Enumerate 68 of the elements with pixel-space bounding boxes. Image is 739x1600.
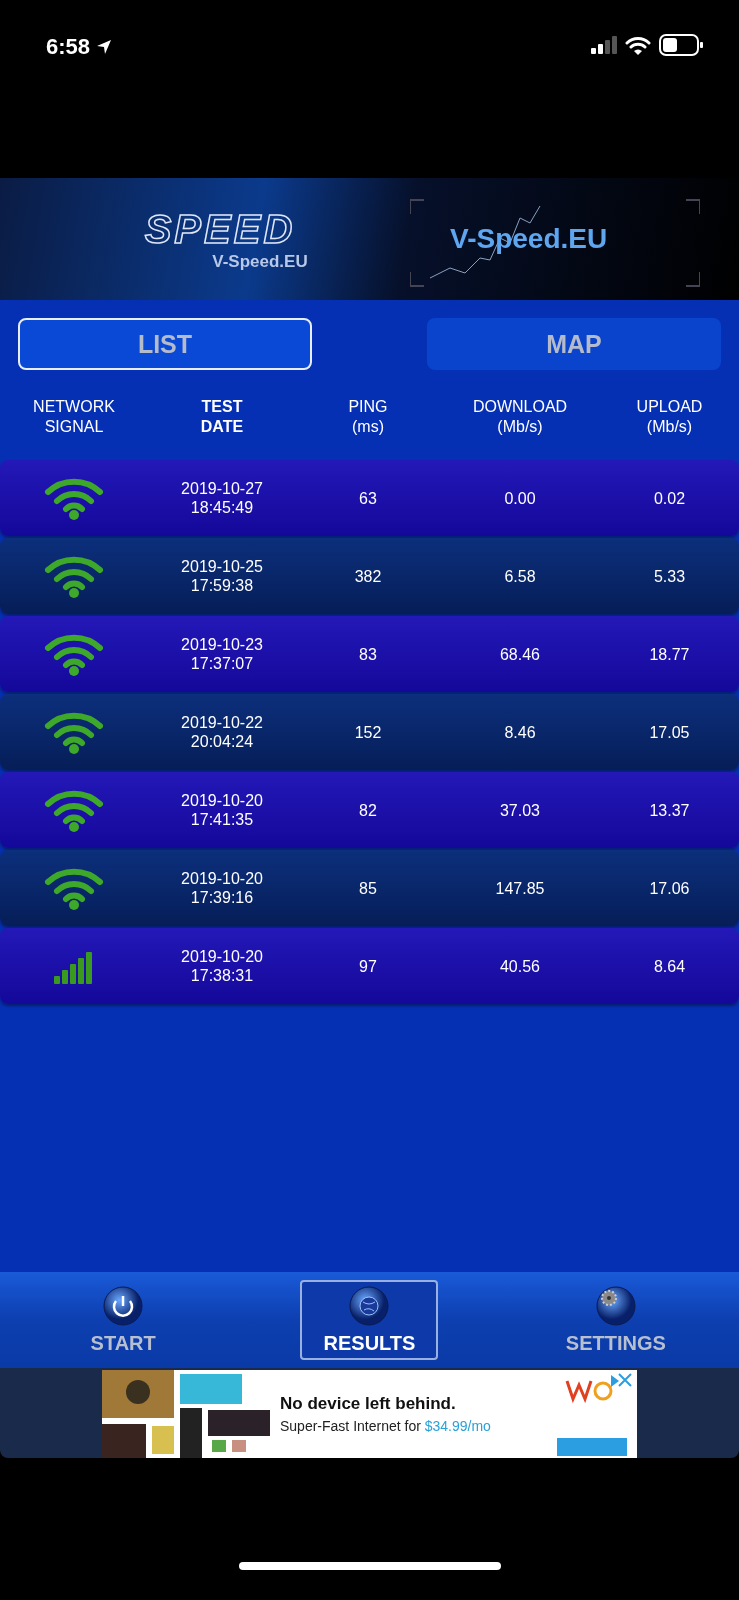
gear-icon: [595, 1285, 636, 1326]
ping-cell-text: 83: [358, 644, 378, 664]
wifi-icon: [44, 788, 104, 832]
download-cell-text: 37.03: [498, 800, 541, 820]
wifi-icon: [44, 554, 104, 598]
download-cell-text: 40.56: [498, 956, 541, 976]
column-header: UPLOAD (Mb/s): [635, 397, 704, 437]
clock: 6:58: [46, 34, 113, 60]
result-row[interactable]: 2019-10-27 18:45:49 63 0.00 0.02: [0, 460, 739, 536]
nav-button[interactable]: SETTINGS: [546, 1280, 685, 1360]
result-row[interactable]: 2019-10-20 17:41:35 82 37.03 13.37: [0, 772, 739, 848]
date-cell-text: 2019-10-20 17:41:35: [180, 791, 264, 829]
result-row[interactable]: 2019-10-23 17:37:07 83 68.46 18.77: [0, 616, 739, 692]
column-header: DOWNLOAD (Mb/s): [471, 397, 569, 437]
download-cell-text: 8.46: [503, 722, 537, 742]
upload-cell-text: 17.06: [648, 878, 691, 898]
column-header: NETWORK SIGNAL: [32, 397, 116, 437]
download-cell-text: 0.00: [503, 488, 537, 508]
ad-action-button[interactable]: [557, 1437, 627, 1456]
wifi-icon: [44, 866, 104, 910]
download-cell-text: 68.46: [498, 644, 541, 664]
ad-headline: No device left behind.: [280, 1394, 457, 1414]
location-arrow-icon: [96, 39, 113, 55]
upload-cell-text: 18.77: [648, 644, 691, 664]
ad-banner[interactable]: No device left behind. Super-Fast Internet for $34.99/mo: [102, 1370, 637, 1458]
upload-cell-text: 5.33: [652, 566, 687, 586]
ping-cell-text: 382: [353, 566, 383, 586]
upload-cell-text: 17.05: [648, 722, 691, 742]
battery-icon: [659, 34, 703, 56]
upload-cell-text: 13.37: [648, 800, 691, 820]
nav-button[interactable]: RESULTS: [300, 1280, 439, 1360]
cellular-signal-icon: [591, 36, 617, 54]
power-icon: [103, 1285, 144, 1326]
column-header: TEST DATE: [199, 397, 245, 437]
ping-cell-text: 82: [358, 800, 378, 820]
ad-text: Super-Fast Internet for $34.99/mo: [280, 1418, 492, 1434]
ping-cell-text: 63: [358, 488, 378, 508]
upload-cell-text: 8.64: [652, 956, 687, 976]
download-cell-text: 6.58: [503, 566, 537, 586]
logo-text: SPEED: [144, 206, 296, 252]
nav-button[interactable]: START: [54, 1280, 193, 1360]
tab[interactable]: LIST: [18, 318, 312, 370]
globe-icon: [349, 1285, 390, 1326]
column-header: PING (ms): [347, 397, 389, 437]
close-icon[interactable]: [617, 1372, 633, 1388]
result-row[interactable]: 2019-10-20 17:38:31 97 40.56 8.64: [0, 928, 739, 1004]
wifi-icon: [44, 476, 104, 520]
date-cell-text: 2019-10-22 20:04:24: [180, 713, 264, 751]
ping-cell-text: 152: [353, 722, 383, 742]
banner-title: V-Speed.EU: [450, 223, 608, 255]
wifi-icon: [44, 710, 104, 754]
tab[interactable]: MAP: [427, 318, 721, 370]
wifi-status-icon: [625, 35, 651, 55]
result-row[interactable]: 2019-10-20 17:39:16 85 147.85 17.06: [0, 850, 739, 926]
wifi-icon: [44, 632, 104, 676]
date-cell-text: 2019-10-27 18:45:49: [180, 479, 264, 517]
upload-cell-text: 0.02: [652, 488, 687, 508]
download-cell-text: 147.85: [494, 878, 546, 898]
ping-cell-text: 97: [358, 956, 378, 976]
date-cell-text: 2019-10-23 17:37:07: [180, 635, 264, 673]
result-row[interactable]: 2019-10-22 20:04:24 152 8.46 17.05: [0, 694, 739, 770]
advertiser-logo-icon: [565, 1372, 619, 1403]
date-cell-text: 2019-10-25 17:59:38: [180, 557, 264, 595]
ping-cell-text: 85: [358, 878, 378, 898]
date-cell-text: 2019-10-20 17:38:31: [180, 947, 264, 985]
date-cell-text: 2019-10-20 17:39:16: [180, 869, 264, 907]
result-row[interactable]: 2019-10-25 17:59:38 382 6.58 5.33: [0, 538, 739, 614]
logo-caption: V-Speed.EU: [212, 251, 308, 272]
